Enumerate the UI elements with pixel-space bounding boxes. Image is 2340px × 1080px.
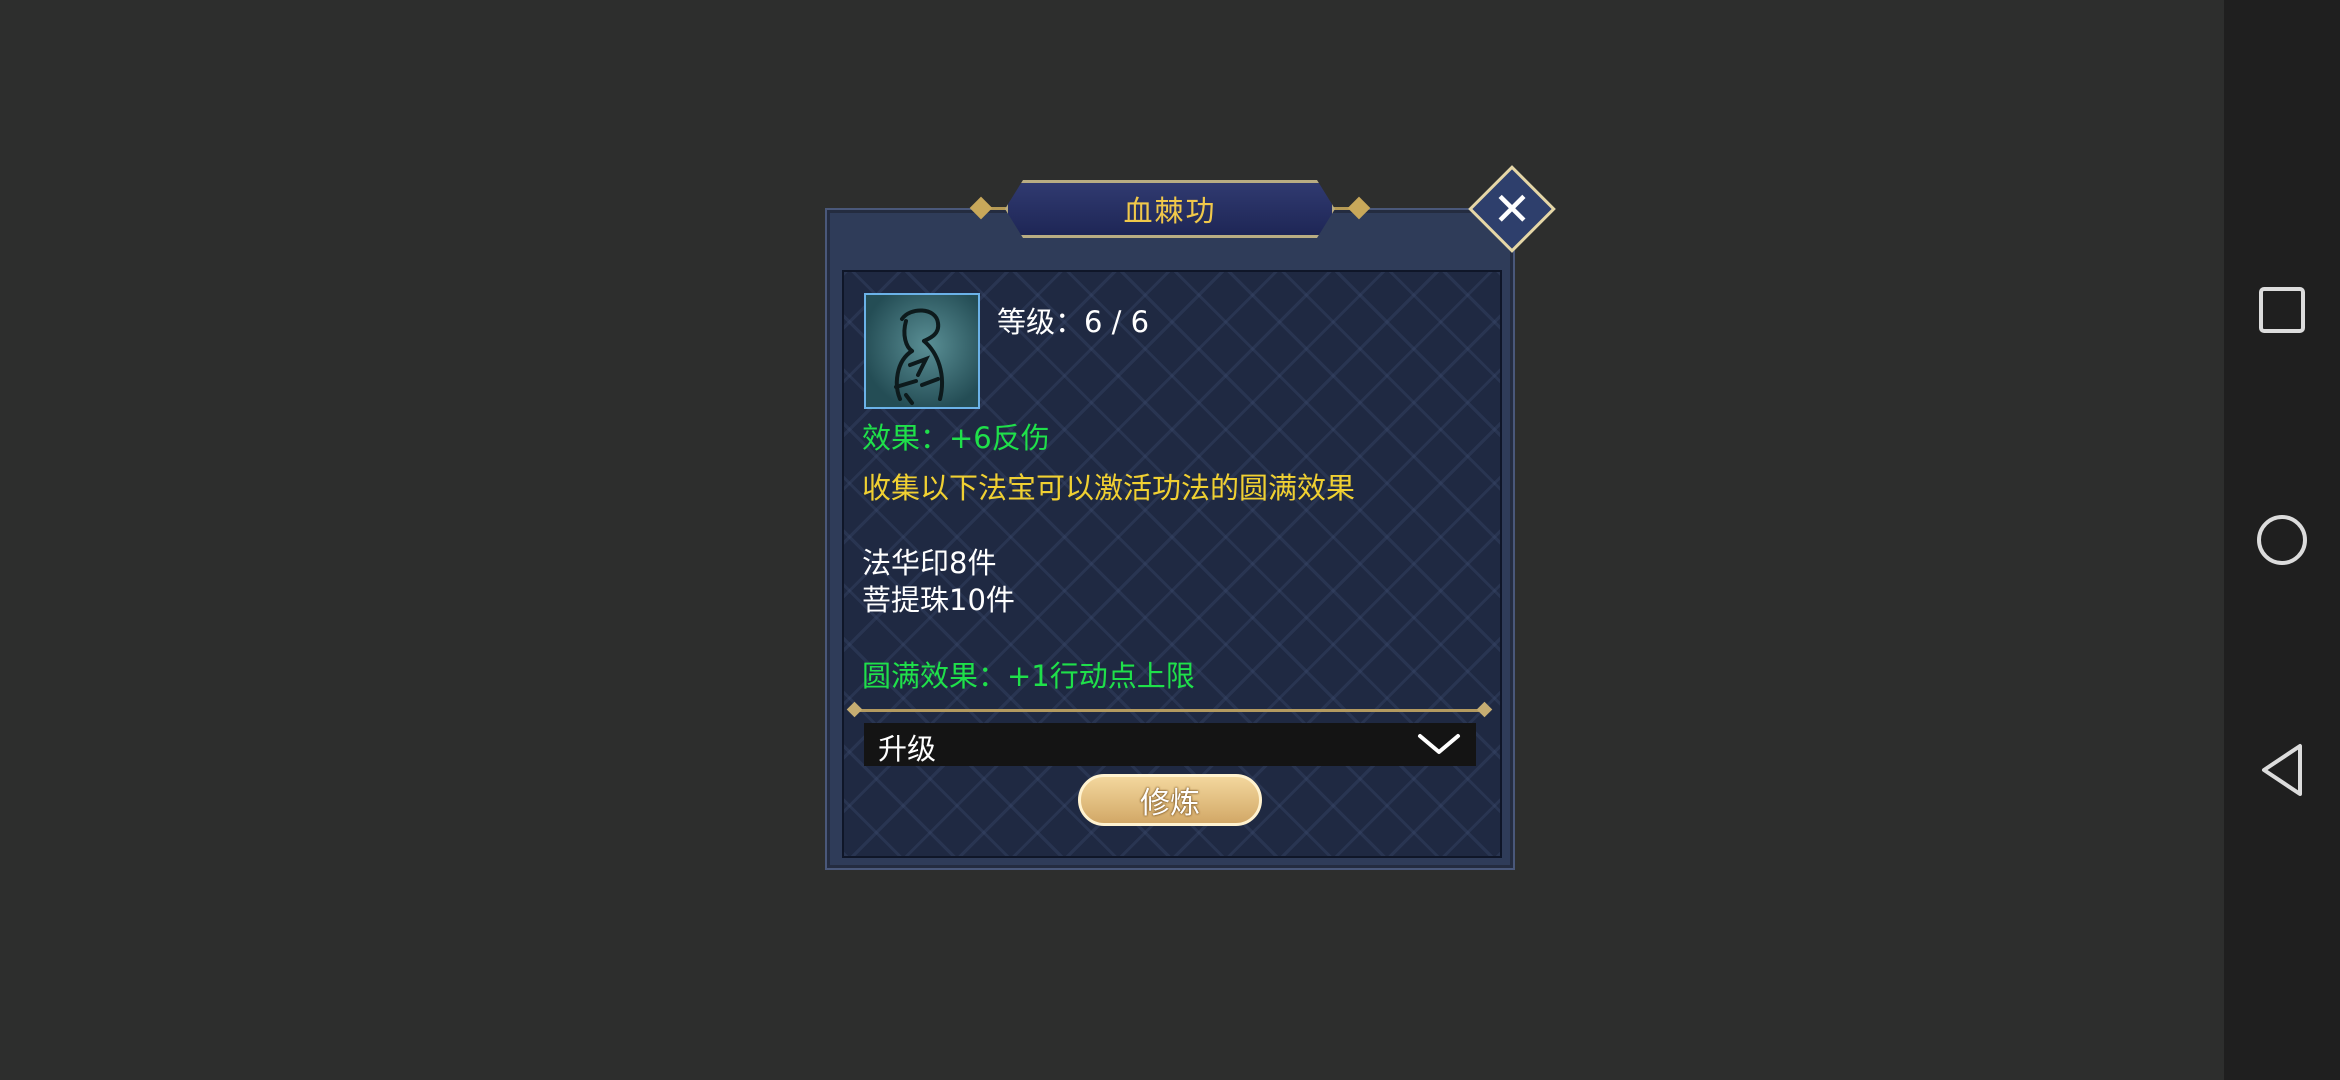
collect-hint: 收集以下法宝可以激活功法的圆满效果 bbox=[862, 471, 1356, 505]
dialog-title: 血棘功 bbox=[1123, 194, 1217, 228]
required-item: 法华印8件 bbox=[862, 546, 997, 580]
action-dropdown[interactable]: 升级 bbox=[864, 723, 1476, 766]
dialog-title-plate: 血棘功 bbox=[1005, 180, 1335, 238]
required-item: 菩提珠10件 bbox=[862, 583, 1015, 617]
game-screen: 血棘功 ✕ 等级：6 / 6 效果：+6反伤 收集以下法宝可以激活功法的圆满效果… bbox=[0, 0, 2340, 1080]
complete-effect: 圆满效果：+1行动点上限 bbox=[862, 659, 1195, 693]
skill-figure-icon bbox=[894, 308, 945, 405]
skill-level: 等级：6 / 6 bbox=[997, 305, 1150, 339]
practice-button-label: 修炼 bbox=[1140, 786, 1200, 821]
chevron-down-icon[interactable] bbox=[1416, 726, 1462, 762]
dropdown-selected: 升级 bbox=[878, 732, 937, 766]
recent-apps-icon[interactable] bbox=[2258, 286, 2306, 334]
close-icon[interactable]: ✕ bbox=[1481, 178, 1543, 240]
back-icon[interactable] bbox=[2258, 742, 2306, 798]
system-navigation-bar bbox=[2224, 0, 2340, 1080]
skill-effect: 效果：+6反伤 bbox=[862, 421, 1050, 455]
skill-icon bbox=[864, 293, 980, 409]
home-icon[interactable] bbox=[2255, 513, 2309, 567]
recent-apps-button[interactable] bbox=[2224, 252, 2340, 368]
practice-button[interactable]: 修炼 bbox=[1078, 774, 1262, 826]
home-button[interactable] bbox=[2224, 482, 2340, 598]
section-divider bbox=[854, 709, 1486, 712]
back-button[interactable] bbox=[2224, 712, 2340, 828]
